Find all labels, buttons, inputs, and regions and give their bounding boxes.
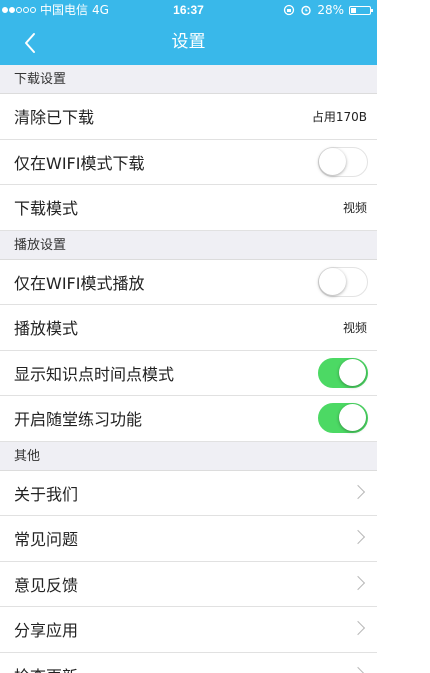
knowledge-time-row: 显示知识点时间点模式: [0, 350, 377, 396]
header: 中国电信 4G 16:37 28% 设置: [0, 0, 377, 65]
row-label: 开启随堂练习功能: [14, 410, 143, 430]
page-title: 设置: [171, 32, 206, 52]
knowledge-time-toggle[interactable]: [318, 357, 368, 388]
chevron-right-icon: [350, 484, 366, 499]
settings-list[interactable]: 下载设置 清除已下载 占用170B 仅在WIFI模式下载 下载模式 视频 播放设…: [0, 65, 377, 673]
row-label: 仅在WIFI模式播放: [14, 273, 145, 293]
battery-fill: [351, 7, 357, 13]
row-label: 下载模式: [14, 199, 79, 219]
download-mode-value: 视频: [342, 200, 367, 215]
chevron-right-icon: [350, 530, 366, 545]
download-wifi-only-toggle[interactable]: [318, 146, 368, 177]
share-app-row[interactable]: 分享应用: [0, 607, 377, 653]
blank-margin: [377, 0, 430, 673]
chevron-right-icon: [350, 621, 366, 636]
row-label: 检查更新: [14, 663, 78, 673]
download-mode-row[interactable]: 下载模式 视频: [0, 185, 377, 231]
playback-mode-row[interactable]: 播放模式 视频: [0, 305, 377, 351]
section-header-playback: 播放设置: [0, 230, 377, 260]
toggle-knob: [319, 267, 346, 295]
playback-mode-value: 视频: [342, 320, 367, 335]
row-label: 分享应用: [14, 621, 79, 641]
toggle-knob: [319, 147, 346, 175]
rotation-lock-icon: [284, 4, 295, 16]
status-bar: 中国电信 4G 16:37 28%: [0, 0, 377, 20]
row-label: 清除已下载: [14, 108, 95, 128]
alarm-icon: [301, 5, 312, 16]
row-label: 意见反馈: [14, 575, 79, 595]
app-screen: 中国电信 4G 16:37 28% 设置 下载设置 清除已下载 占用170B 仅…: [0, 0, 377, 673]
download-wifi-only-row: 仅在WIFI模式下载: [0, 139, 377, 185]
playback-wifi-only-row: 仅在WIFI模式播放: [0, 259, 377, 305]
about-us-row[interactable]: 关于我们: [0, 470, 377, 516]
row-label: 关于我们: [14, 484, 79, 504]
chevron-right-icon: [350, 575, 366, 590]
section-header-other: 其他: [0, 441, 377, 471]
section-header-download: 下载设置: [0, 65, 377, 94]
practice-toggle[interactable]: [318, 403, 368, 434]
storage-used-value: 占用170B: [311, 109, 367, 124]
battery-icon: [349, 5, 373, 15]
toggle-knob: [339, 358, 366, 386]
check-update-row[interactable]: 检查更新: [0, 652, 377, 673]
row-label: 仅在WIFI模式下载: [14, 153, 145, 173]
row-label: 常见问题: [14, 530, 79, 550]
row-label: 显示知识点时间点模式: [14, 364, 175, 384]
row-label: 播放模式: [14, 319, 79, 339]
toggle-knob: [339, 404, 366, 432]
feedback-row[interactable]: 意见反馈: [0, 561, 377, 607]
nav-bar: 设置: [0, 20, 377, 65]
status-right: 28%: [283, 0, 373, 20]
practice-row: 开启随堂练习功能: [0, 396, 377, 442]
playback-wifi-only-toggle[interactable]: [318, 266, 368, 297]
chevron-right-icon: [350, 666, 366, 673]
faq-row[interactable]: 常见问题: [0, 516, 377, 562]
clear-downloads-row[interactable]: 清除已下载 占用170B: [0, 94, 377, 140]
battery-percent: 28%: [317, 3, 344, 17]
